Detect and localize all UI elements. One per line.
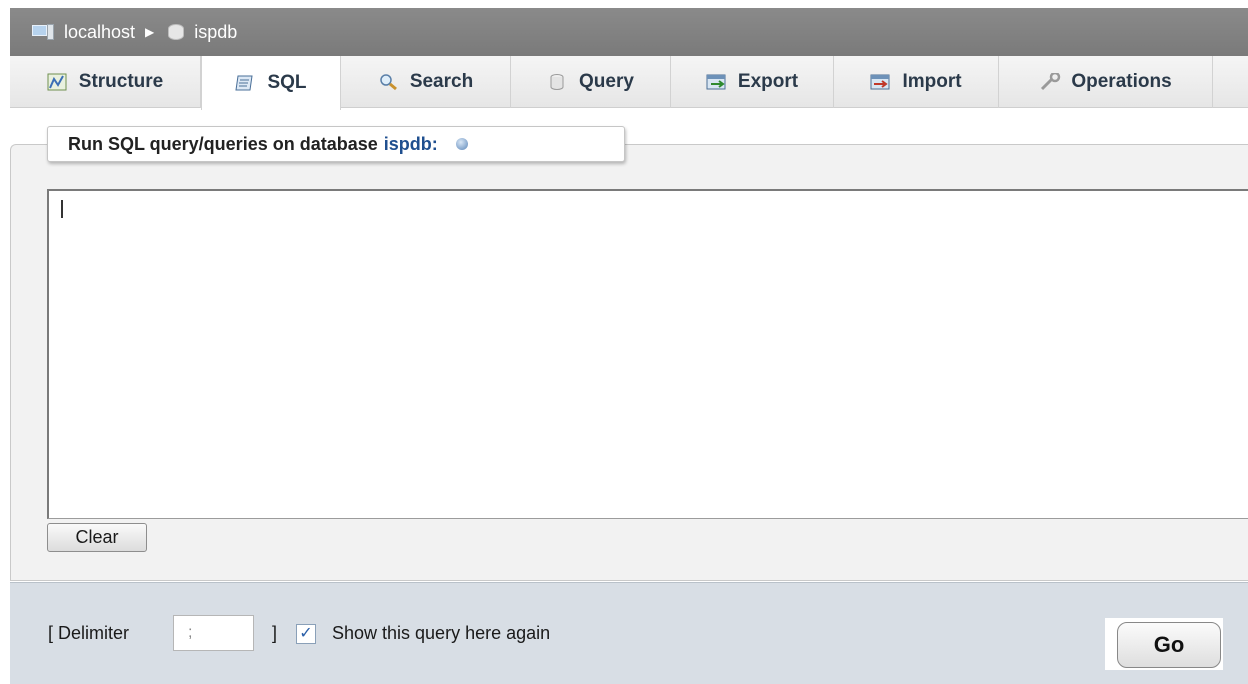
tab-search-label: Search [409,71,474,92]
tab-query[interactable]: Query [511,56,671,108]
breadcrumb-database[interactable]: ispdb [168,22,237,43]
legend-database-name: ispdb: [383,133,438,154]
tab-sql[interactable]: SQL [201,56,341,110]
breadcrumb: localhost ▶ ispdb [10,8,1248,56]
database-icon [168,24,185,40]
breadcrumb-separator-icon: ▶ [145,25,155,39]
tab-export[interactable]: Export [671,56,834,108]
server-icon [32,24,54,40]
show-query-again-label[interactable]: Show this query here again [332,623,550,644]
tab-query-label: Query [579,71,634,92]
delimiter-bracket-close: ] [272,623,278,643]
tab-import[interactable]: Import [834,56,999,108]
query-icon [547,73,567,91]
breadcrumb-server[interactable]: localhost [32,22,135,43]
go-button[interactable]: Go [1117,622,1221,668]
tab-bar: Structure SQL Search Query Export Import [10,56,1248,110]
operations-icon [1039,71,1061,91]
tab-export-label: Export [737,71,799,92]
sql-icon [235,74,255,92]
legend-text: Run SQL query/queries on database [68,133,378,154]
tab-operations-label: Operations [1071,71,1172,92]
search-icon [378,73,398,91]
go-button-container: Go [1105,618,1223,670]
structure-icon [47,73,67,91]
sql-query-textarea[interactable] [47,189,1248,519]
import-icon [870,73,890,91]
tab-search[interactable]: Search [341,56,511,108]
delimiter-label: [ Delimiter [48,623,130,643]
show-query-again-checkbox[interactable]: ✓ [296,624,316,644]
tab-structure[interactable]: Structure [10,56,201,108]
text-cursor [61,200,63,218]
clear-button[interactable]: Clear [47,523,147,552]
breadcrumb-database-label[interactable]: ispdb [194,22,237,43]
sql-panel-legend: Run SQL query/queries on database ispdb: [47,126,625,162]
help-icon[interactable] [455,138,468,150]
tab-structure-label: Structure [78,71,164,92]
breadcrumb-server-label[interactable]: localhost [64,22,135,43]
tab-import-label: Import [902,71,962,92]
delimiter-input[interactable] [173,615,254,651]
tab-sql-label: SQL [267,72,307,93]
tab-operations[interactable]: Operations [999,56,1213,108]
export-icon [706,73,726,91]
